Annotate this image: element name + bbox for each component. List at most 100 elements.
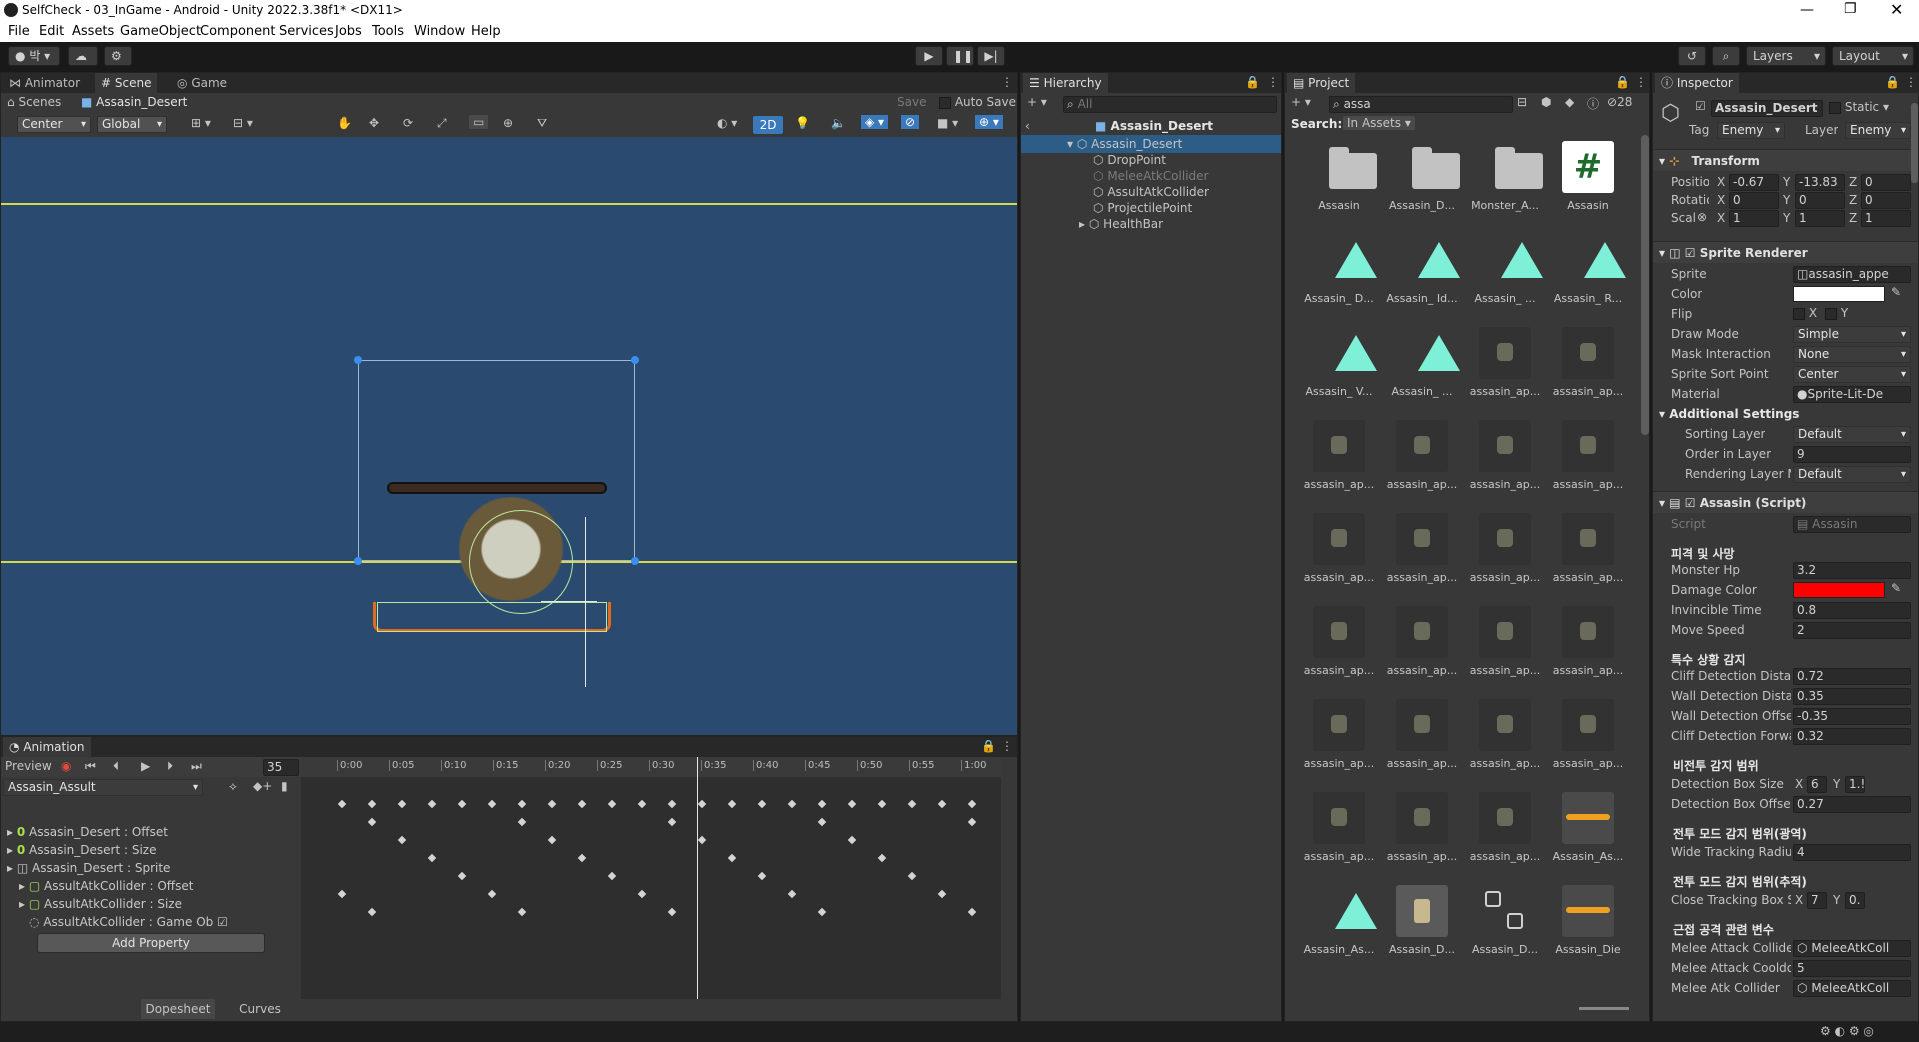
scenes-breadcrumb[interactable]: ⌂ Scenes xyxy=(7,95,61,109)
custom-tool-icon[interactable]: ⛛ xyxy=(537,116,547,131)
asset-item[interactable]: assasin_ap... xyxy=(1548,699,1623,791)
asset-item[interactable]: Assasin_D... xyxy=(1465,885,1538,977)
rotation-z-field[interactable]: 0 xyxy=(1861,192,1911,209)
static-checkbox[interactable]: Static ▾ xyxy=(1829,100,1889,114)
menu-file[interactable]: File xyxy=(8,24,30,39)
keyframe[interactable] xyxy=(817,799,827,809)
position-z-field[interactable]: 0 xyxy=(1861,174,1911,191)
asset-item[interactable]: Assasin_As... xyxy=(1548,792,1623,884)
menu-help[interactable]: Help xyxy=(471,24,501,39)
keyframe[interactable] xyxy=(337,889,347,899)
pause-button[interactable]: ❚❚ xyxy=(946,46,974,66)
keyframe[interactable] xyxy=(757,799,767,809)
keyframe[interactable] xyxy=(577,799,587,809)
keyframe[interactable] xyxy=(697,799,707,809)
menu-services[interactable]: Services xyxy=(279,24,334,39)
history-button[interactable]: ↺ xyxy=(1678,46,1706,66)
gizmos-icon[interactable]: ⊕ ▾ xyxy=(975,115,1003,129)
camera-icon[interactable]: ■ ▾ xyxy=(937,116,958,130)
lock-icon[interactable]: 🔒 xyxy=(1615,75,1630,89)
rendering-layer-dropdown[interactable]: Default xyxy=(1793,466,1911,483)
keyframe[interactable] xyxy=(397,835,407,845)
play-button[interactable]: ▶ xyxy=(915,46,943,66)
asset-item[interactable]: Assasin_ D... xyxy=(1299,234,1377,326)
timeline-ruler[interactable]: 0:00 0:05 0:10 0:15 0:20 0:25 0:30 0:35 0:40 0:45… xyxy=(301,757,1001,777)
keyframe[interactable] xyxy=(457,799,467,809)
scale-x-field[interactable]: 1 xyxy=(1729,210,1779,227)
keyframe[interactable] xyxy=(967,817,977,827)
sorting-layer-dropdown[interactable]: Default xyxy=(1793,426,1911,443)
keyframe[interactable] xyxy=(637,889,647,899)
asset-item[interactable]: assasin_ap... xyxy=(1548,420,1623,512)
active-checkbox[interactable]: ☑ xyxy=(1695,99,1706,113)
mask-interaction-dropdown[interactable]: None xyxy=(1793,346,1911,363)
project-search-input[interactable]: ⌕ assa xyxy=(1329,96,1513,113)
keyframe[interactable] xyxy=(847,799,857,809)
menu-gameobject[interactable]: GameObject xyxy=(120,24,201,39)
rect-handle[interactable] xyxy=(354,557,362,565)
menu-component[interactable]: Component xyxy=(200,24,275,39)
cliff-forward-field[interactable]: 0.32 xyxy=(1793,728,1911,745)
asset-item[interactable]: Assasin_ V... xyxy=(1299,327,1377,419)
asset-item[interactable]: Assasin_Die xyxy=(1548,885,1621,977)
asset-item[interactable]: Assasin_ Id... xyxy=(1382,234,1460,326)
back-icon[interactable]: ‹ xyxy=(1025,119,1030,133)
keyframe[interactable] xyxy=(667,799,677,809)
keyframe[interactable] xyxy=(397,799,407,809)
expand-arrow-icon[interactable]: ▸ xyxy=(1079,217,1085,231)
sprite-renderer-header[interactable]: ▾ ◫ ☑ Sprite Renderer xyxy=(1653,241,1918,263)
asset-item[interactable]: assasin_ap... xyxy=(1382,420,1457,512)
keyframe[interactable] xyxy=(547,835,557,845)
tab-animation[interactable]: ◔ Animation xyxy=(3,737,91,757)
expand-arrow-icon[interactable]: ▾ xyxy=(1067,137,1073,151)
keyframe[interactable] xyxy=(427,799,437,809)
asset-item[interactable]: Assasin xyxy=(1299,141,1377,233)
hidden-packages-icon[interactable]: ⊘28 xyxy=(1607,95,1632,109)
move-speed-field[interactable]: 2 xyxy=(1793,622,1911,639)
track-row[interactable]: ▸ 0 Assasin_Desert : Offset xyxy=(1,823,301,841)
asset-item[interactable]: assasin_ap... xyxy=(1465,699,1540,791)
rect-handle[interactable] xyxy=(631,557,639,565)
asset-item[interactable]: Assasin_ ... xyxy=(1465,234,1543,326)
step-button[interactable]: ▶| xyxy=(977,46,1005,66)
keyframe[interactable] xyxy=(937,889,947,899)
zoom-slider[interactable] xyxy=(1579,1007,1629,1010)
layers-dropdown[interactable]: Layers ▾ xyxy=(1746,46,1826,66)
keyframe[interactable] xyxy=(517,799,527,809)
track-row[interactable]: ▸ ▢ AssultAtkCollider : Offset xyxy=(1,877,301,895)
tab-game[interactable]: ◎ Game xyxy=(171,73,233,93)
last-key-icon[interactable]: ⏭ xyxy=(191,759,202,774)
keyframe[interactable] xyxy=(907,799,917,809)
monster-hp-field[interactable]: 3.2 xyxy=(1793,562,1911,579)
account-button[interactable]: ● 박 ▾ xyxy=(8,46,60,66)
snap-increment-icon[interactable]: ⊟ ▾ xyxy=(233,116,253,130)
more-options-icon[interactable]: ⋮ xyxy=(1001,739,1013,753)
active-checkbox[interactable]: ☑ xyxy=(217,915,228,929)
pivot-center-dropdown[interactable]: Center xyxy=(17,116,91,133)
asset-item[interactable]: assasin_ap... xyxy=(1299,699,1374,791)
preview-toggle[interactable]: Preview xyxy=(5,759,52,773)
invincible-time-field[interactable]: 0.8 xyxy=(1793,602,1911,619)
filter-type-icon[interactable]: ⊟ xyxy=(1517,95,1527,109)
play-icon[interactable]: ▶ xyxy=(141,759,150,773)
asset-item[interactable]: assasin_ap... xyxy=(1382,606,1457,698)
asset-item[interactable]: Assasin_D... xyxy=(1382,885,1455,977)
keyframe[interactable] xyxy=(817,907,827,917)
collab-button[interactable]: ⚙ xyxy=(104,46,132,66)
additional-settings-foldout[interactable]: ▾ Additional Settings xyxy=(1659,407,1799,421)
keyframe[interactable] xyxy=(697,835,707,845)
keyframe[interactable] xyxy=(877,853,887,863)
project-scrollbar[interactable] xyxy=(1641,135,1649,435)
menu-assets[interactable]: Assets xyxy=(72,24,114,39)
pivot-global-dropdown[interactable]: Global xyxy=(97,116,167,133)
save-button[interactable]: Save xyxy=(897,95,926,109)
inspector-scrollbar[interactable] xyxy=(1911,103,1918,183)
asset-item[interactable]: # Assasin xyxy=(1548,141,1620,233)
asset-item[interactable]: assasin_ap... xyxy=(1382,792,1457,884)
object-name-field[interactable]: Assasin_Desert xyxy=(1711,100,1823,117)
sort-point-dropdown[interactable]: Center xyxy=(1793,366,1911,383)
eyedropper-icon[interactable]: ✎ xyxy=(1891,285,1901,299)
rotate-tool-icon[interactable]: ⟳ xyxy=(403,116,413,130)
asset-item[interactable]: assasin_ap... xyxy=(1299,420,1374,512)
melee-collider-field[interactable]: ⬡ MeleeAtkColl xyxy=(1793,940,1911,957)
